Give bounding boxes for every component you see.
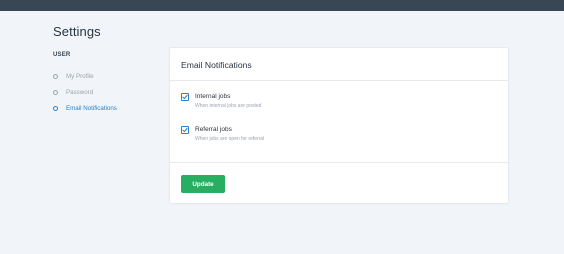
option-description: When internal jobs are posted xyxy=(195,103,262,109)
internal-jobs-checkbox[interactable] xyxy=(181,93,189,101)
option-referral-jobs: Referral jobs When jobs are open for ref… xyxy=(181,125,264,144)
option-internal-jobs: Internal jobs When internal jobs are pos… xyxy=(181,92,261,111)
sidebar-item-label: Password xyxy=(66,88,94,96)
sidebar-item-my-profile[interactable]: My Profile xyxy=(53,68,163,84)
circle-bullet-icon xyxy=(53,105,58,111)
sidebar-item-label: Email Notifications xyxy=(66,104,117,112)
card-title: Email Notifications xyxy=(170,48,508,81)
sidebar-item-password[interactable]: Password xyxy=(53,84,163,100)
top-navigation-bar xyxy=(0,0,564,11)
page-title: Settings xyxy=(53,24,101,39)
option-title: Referral jobs xyxy=(195,126,232,133)
option-title: Internal jobs xyxy=(195,93,231,100)
referral-jobs-checkbox[interactable] xyxy=(181,126,189,134)
settings-sidebar: USER My Profile Password Email Notificat… xyxy=(53,52,163,116)
sidebar-item-label: My Profile xyxy=(66,72,94,80)
circle-bullet-icon xyxy=(53,89,58,95)
checkmark-icon xyxy=(182,127,188,133)
sidebar-item-email-notifications[interactable]: Email Notifications xyxy=(53,100,163,116)
circle-bullet-icon xyxy=(53,73,58,79)
email-notifications-card: Email Notifications Internal jobs When i… xyxy=(170,48,508,203)
update-button[interactable]: Update xyxy=(181,175,225,193)
sidebar-section-label: USER xyxy=(53,52,71,58)
checkmark-icon xyxy=(182,94,188,100)
option-description: When jobs are open for referral xyxy=(195,136,265,142)
card-footer-divider xyxy=(170,162,508,163)
